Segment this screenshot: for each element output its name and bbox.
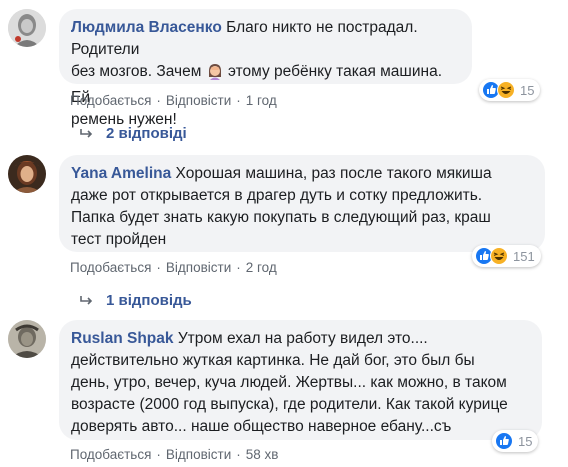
avatar[interactable] — [8, 320, 46, 358]
replies-count-label: 2 відповіді — [106, 125, 187, 142]
comment-text: без мозгов. Зачем — [71, 63, 202, 80]
comment-text: Хорошая машина, раз после такого мякиша — [175, 165, 492, 182]
like-link[interactable]: Подобається — [70, 447, 151, 462]
comment-actions: Подобається · Відповісти · 58 хв — [70, 447, 278, 462]
comment-text: даже рот открывается в драгер дуть и сот… — [71, 187, 483, 204]
haha-icon — [497, 81, 515, 99]
avatar-image — [8, 9, 46, 47]
avatar[interactable] — [8, 155, 46, 193]
comment-text: возрасте (2000 год выпуска), где родител… — [71, 396, 508, 413]
view-replies-link[interactable]: 2 відповіді — [80, 125, 187, 142]
comment-actions: Подобається · Відповісти · 1 год — [70, 93, 277, 108]
comment-actions: Подобається · Відповісти · 2 год — [70, 260, 277, 275]
timestamp[interactable]: 58 хв — [246, 447, 279, 462]
avatar[interactable] — [8, 9, 46, 47]
comment-bubble: Yana Amelina Хорошая машина, раз после т… — [59, 155, 545, 252]
reply-link[interactable]: Відповісти — [166, 93, 231, 108]
comment-text: день, утро, вечер, куча людей. Жертвы...… — [71, 374, 507, 391]
reply-link[interactable]: Відповісти — [166, 260, 231, 275]
reactions-summary[interactable]: 15 — [479, 79, 541, 101]
like-link[interactable]: Подобається — [70, 93, 151, 108]
avatar-image — [8, 155, 46, 193]
reactions-summary[interactable]: 151 — [472, 245, 541, 267]
haha-icon — [490, 247, 508, 265]
comment-bubble: Ruslan Shpak Утром ехал на работу видел … — [59, 320, 542, 440]
reply-link[interactable]: Відповісти — [166, 447, 231, 462]
separator-dot: · — [236, 260, 241, 275]
comment-text: тест пройден — [71, 231, 167, 248]
timestamp[interactable]: 2 год — [246, 260, 277, 275]
like-link[interactable]: Подобається — [70, 260, 151, 275]
comment-text: действительно жуткая картинка. Не дай бо… — [71, 352, 475, 369]
timestamp[interactable]: 1 год — [246, 93, 277, 108]
woman-facepalm-emoji — [206, 62, 224, 87]
comment-author[interactable]: Людмила Власенко — [71, 19, 222, 36]
reaction-count: 151 — [513, 248, 535, 264]
comment-bubble: Людмила Власенко Благо никто не пострада… — [59, 9, 472, 128]
reactions-summary[interactable]: 15 — [492, 430, 539, 452]
comment-text: Папка будет знать какую покупать в следу… — [71, 209, 491, 226]
separator-dot: · — [156, 93, 161, 108]
reaction-count: 15 — [520, 82, 535, 98]
comment-author[interactable]: Ruslan Shpak — [71, 330, 174, 347]
like-icon — [495, 432, 513, 450]
avatar-image — [8, 320, 46, 358]
separator-dot: · — [236, 93, 241, 108]
separator-dot: · — [236, 447, 241, 462]
separator-dot: · — [156, 447, 161, 462]
reply-arrow-icon — [80, 296, 93, 305]
separator-dot: · — [156, 260, 161, 275]
reply-arrow-icon — [80, 129, 93, 138]
reaction-count: 15 — [518, 433, 533, 449]
comment-author[interactable]: Yana Amelina — [71, 165, 171, 182]
view-replies-link[interactable]: 1 відповідь — [80, 292, 192, 309]
replies-count-label: 1 відповідь — [106, 292, 192, 309]
comment-text: Утром ехал на работу видел это.... — [177, 330, 428, 347]
comment-text: доверять авто... наше общество наверное … — [71, 418, 452, 435]
